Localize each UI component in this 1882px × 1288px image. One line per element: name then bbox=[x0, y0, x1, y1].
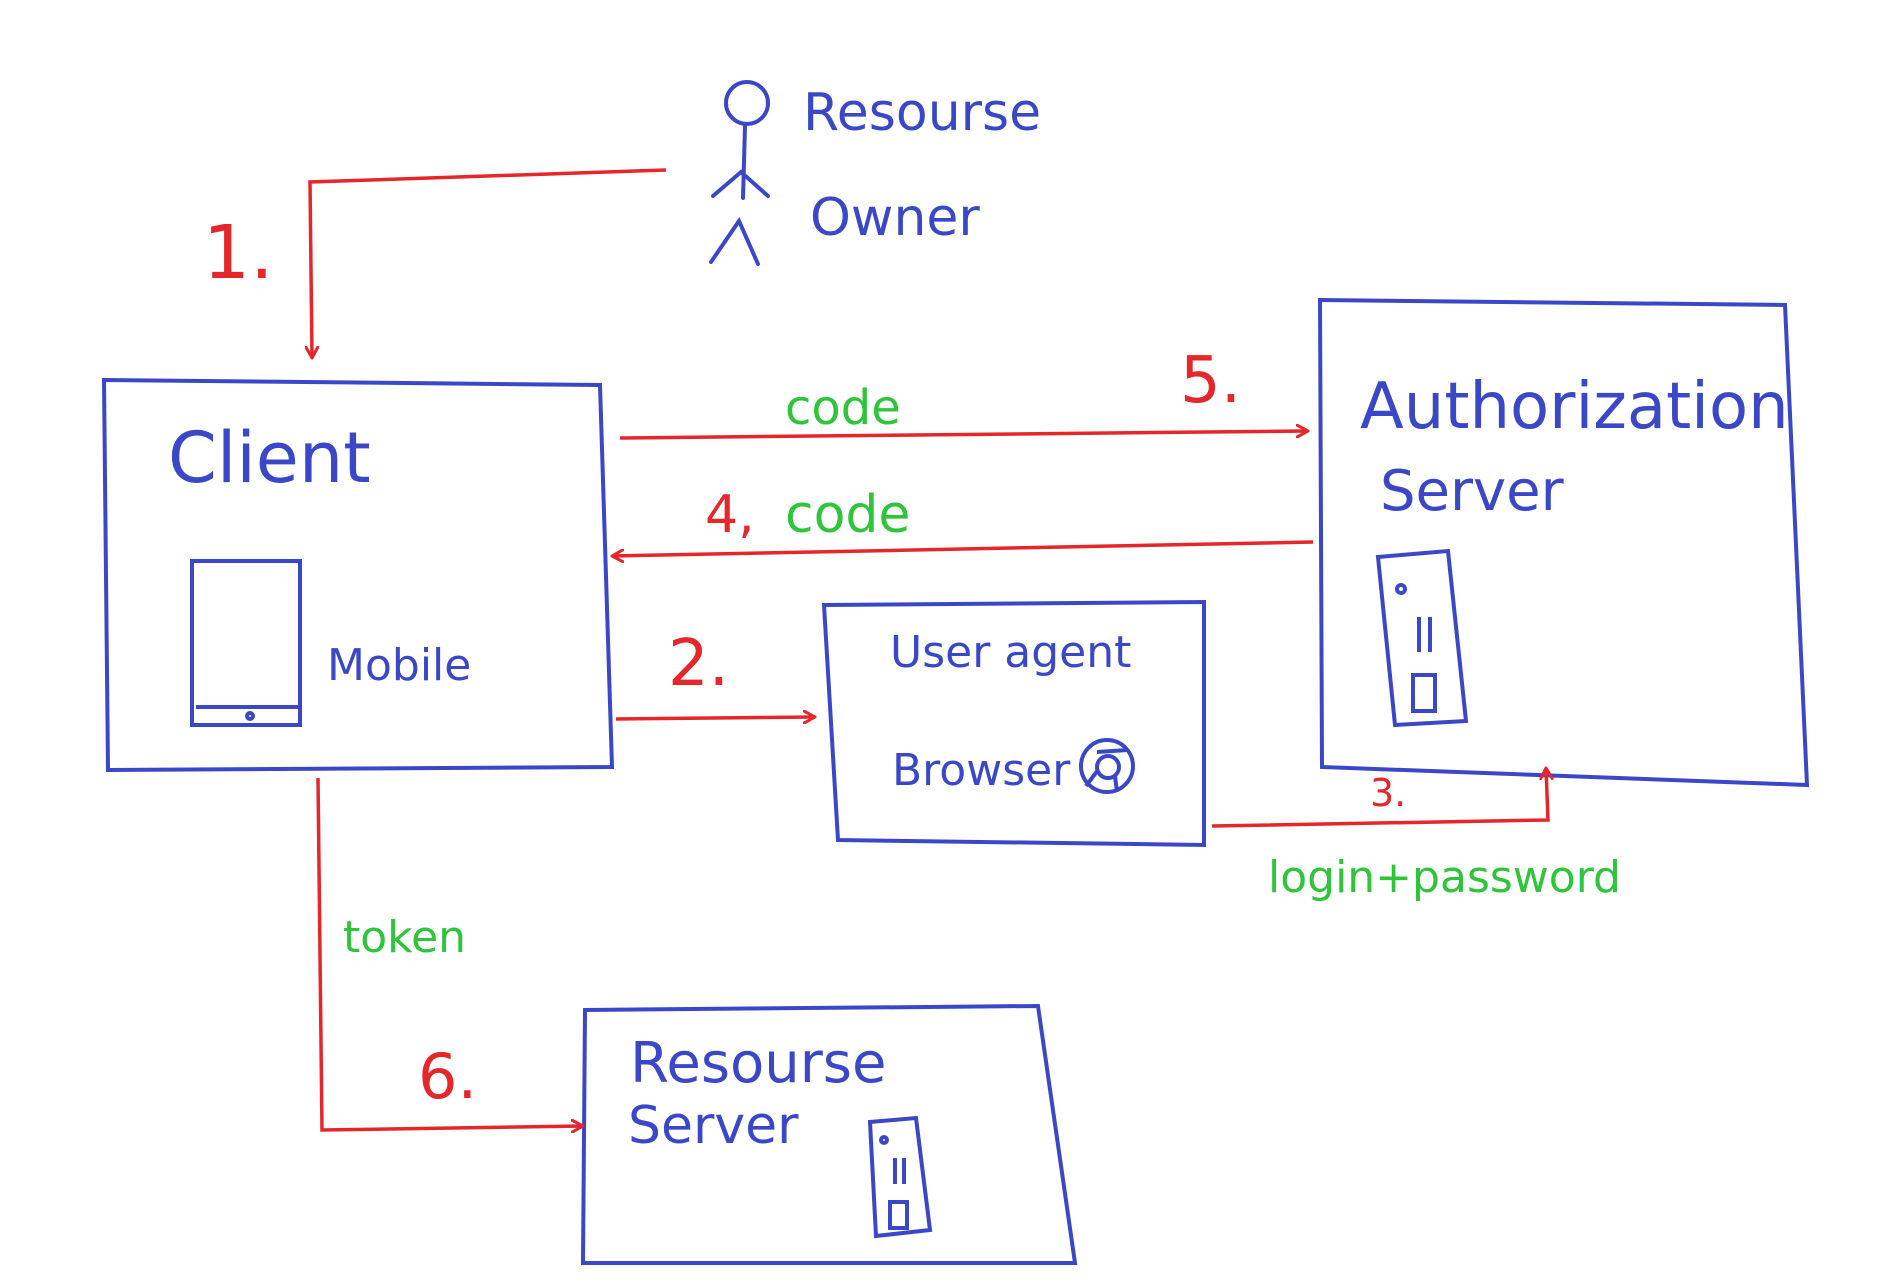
step4-payload: code bbox=[785, 485, 910, 545]
resource-server-box: Resourse Server bbox=[580, 1003, 1078, 1265]
step3-number: 3. bbox=[1370, 771, 1406, 815]
edge-step3: 3. login+password bbox=[1211, 768, 1621, 903]
step3-payload: login+password bbox=[1268, 852, 1621, 903]
authorization-server-label-line1: Authorization bbox=[1360, 370, 1789, 444]
step4-number: 4, bbox=[705, 485, 755, 545]
user-agent-title: User agent bbox=[890, 627, 1131, 678]
authorization-server-box: Authorization Server bbox=[1317, 297, 1810, 788]
step2-number: 2. bbox=[668, 627, 729, 701]
authorization-server-label-line2: Server bbox=[1380, 459, 1565, 524]
resource-owner-label-line1: Resourse bbox=[803, 83, 1041, 143]
edge-step6: 6. token bbox=[316, 777, 583, 1130]
step5-number: 5. bbox=[1180, 344, 1241, 418]
resource-owner-label-line2: Owner bbox=[810, 188, 980, 248]
resource-owner: Resourse Owner bbox=[709, 80, 1041, 266]
stick-figure-icon bbox=[709, 80, 770, 266]
chrome-browser-icon bbox=[1079, 738, 1135, 794]
resource-server-label-line1: Resourse bbox=[630, 1031, 886, 1096]
mobile-phone-icon bbox=[190, 559, 302, 727]
step5-payload: code bbox=[785, 380, 901, 436]
server-icon bbox=[867, 1115, 933, 1239]
step1-arrow bbox=[310, 168, 667, 358]
step1-number: 1. bbox=[203, 210, 274, 296]
edge-step5: 5. code bbox=[619, 344, 1308, 440]
step6-number: 6. bbox=[418, 1040, 477, 1113]
server-icon bbox=[1375, 548, 1469, 728]
user-agent-box: User agent Browser bbox=[821, 599, 1206, 848]
edge-step4: 4, code bbox=[612, 485, 1314, 556]
edge-step2: 2. bbox=[615, 627, 815, 719]
browser-label: Browser bbox=[892, 745, 1071, 796]
client-title: Client bbox=[168, 417, 371, 499]
edge-step1: 1. bbox=[203, 168, 667, 358]
client-box: Client Mobile bbox=[101, 377, 615, 773]
step5-arrow bbox=[619, 431, 1308, 440]
mobile-label: Mobile bbox=[327, 640, 471, 691]
step2-arrow bbox=[615, 717, 815, 719]
resource-server-label-line2: Server bbox=[628, 1096, 799, 1156]
step6-payload: token bbox=[343, 912, 466, 963]
oauth-flow-diagram: Resourse Owner Client Mobile Authorizati… bbox=[101, 80, 1810, 1265]
